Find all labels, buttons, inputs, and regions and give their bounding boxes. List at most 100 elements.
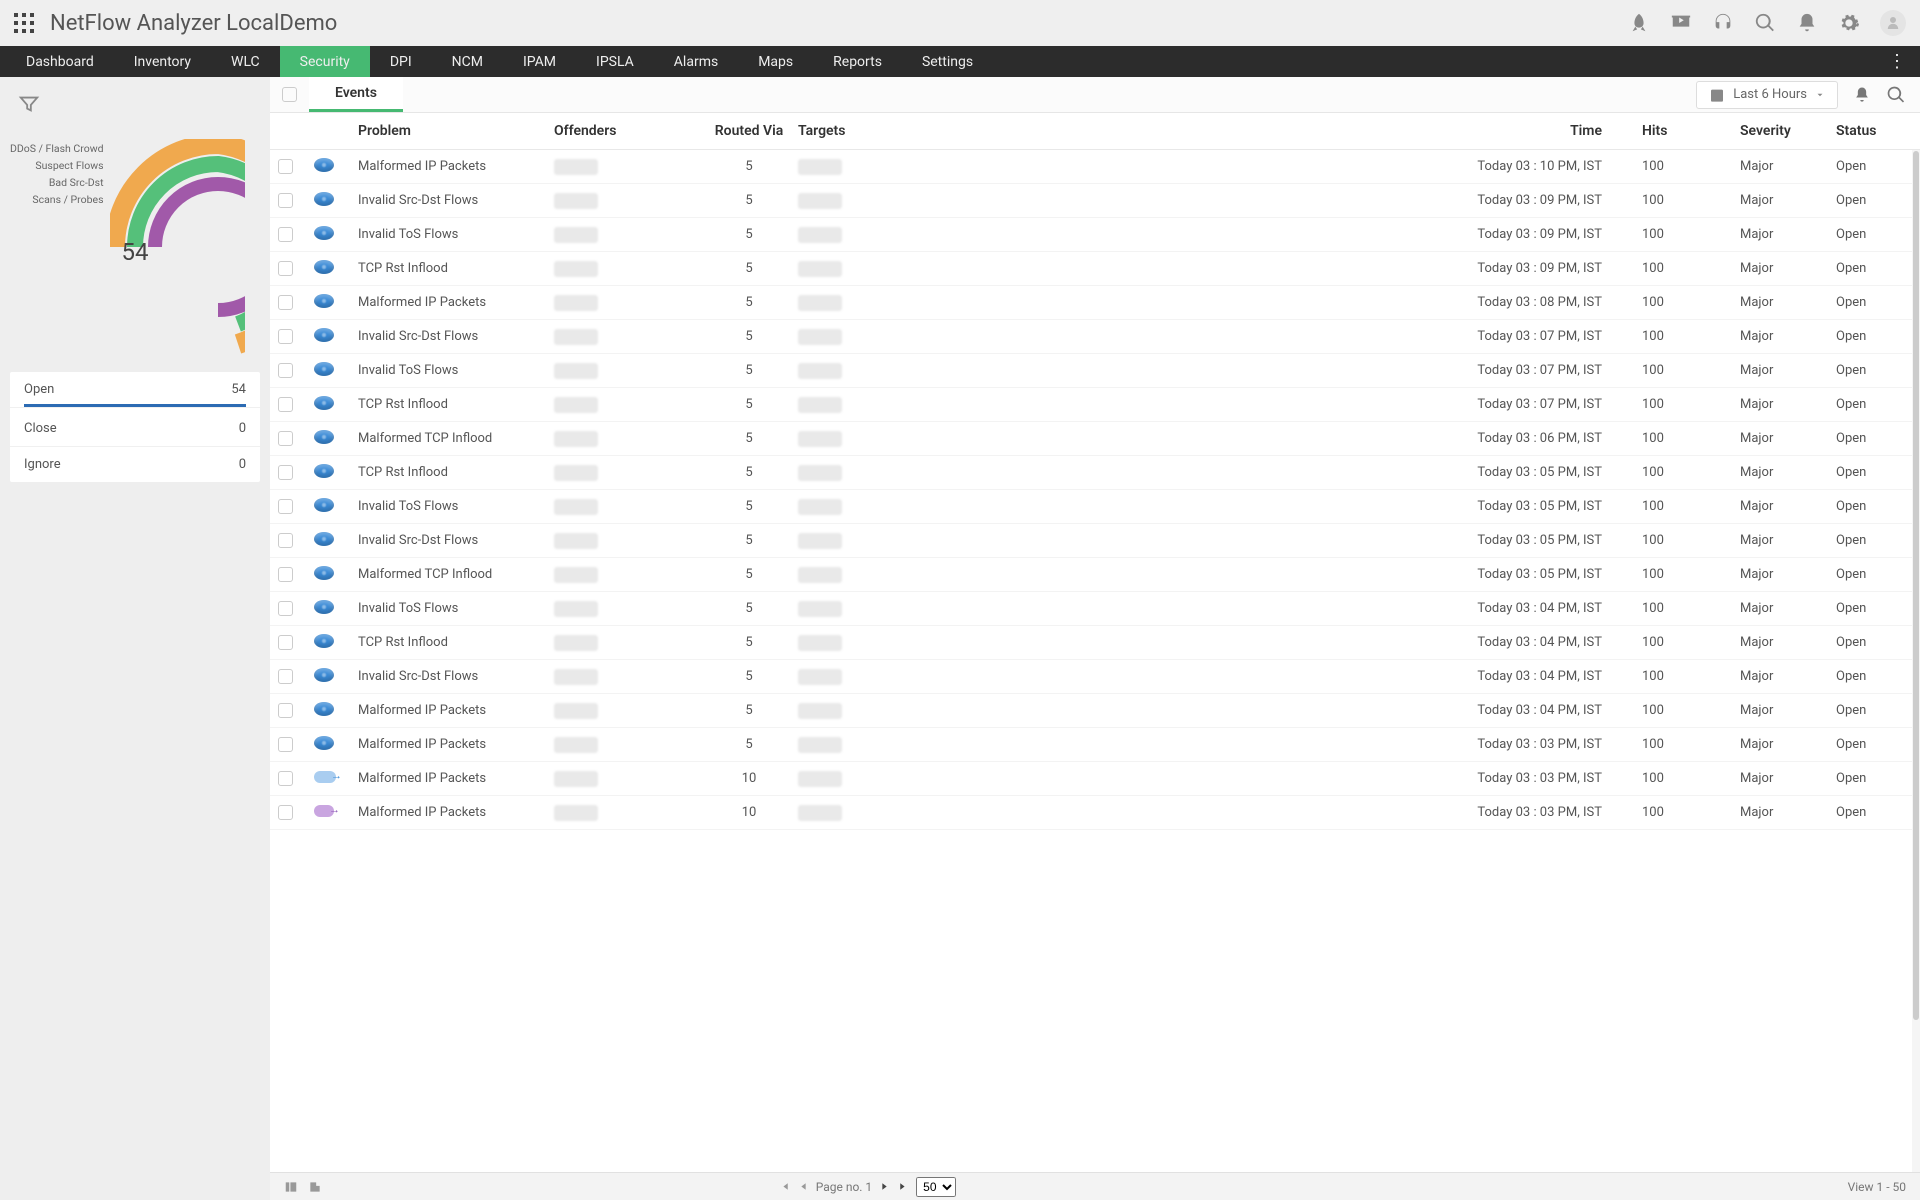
table-row[interactable]: Invalid Src-Dst Flows5Today 03 : 09 PM, … bbox=[270, 184, 1920, 218]
table-row[interactable]: Invalid Src-Dst Flows5Today 03 : 05 PM, … bbox=[270, 524, 1920, 558]
row-checkbox[interactable] bbox=[278, 635, 293, 650]
row-checkbox[interactable] bbox=[278, 261, 293, 276]
row-checkbox[interactable] bbox=[278, 703, 293, 718]
headset-icon[interactable] bbox=[1712, 12, 1734, 34]
table-row[interactable]: Malformed IP Packets5Today 03 : 04 PM, I… bbox=[270, 694, 1920, 728]
col-problem[interactable]: Problem bbox=[358, 123, 554, 139]
cell-hits: 100 bbox=[1642, 397, 1740, 412]
grid-body[interactable]: Malformed IP Packets5Today 03 : 10 PM, I… bbox=[270, 150, 1920, 1172]
nav-tab-inventory[interactable]: Inventory bbox=[114, 46, 211, 77]
nav-tab-reports[interactable]: Reports bbox=[813, 46, 902, 77]
nav-tab-ipsla[interactable]: IPSLA bbox=[576, 46, 654, 77]
row-checkbox[interactable] bbox=[278, 669, 293, 684]
row-checkbox[interactable] bbox=[278, 737, 293, 752]
col-severity[interactable]: Severity bbox=[1740, 123, 1836, 139]
alert-bell-icon[interactable] bbox=[1852, 85, 1872, 105]
cell-hits: 100 bbox=[1642, 193, 1740, 208]
row-checkbox[interactable] bbox=[278, 533, 293, 548]
time-range-selector[interactable]: Last 6 Hours bbox=[1696, 81, 1838, 109]
table-row[interactable]: Malformed IP Packets10Today 03 : 03 PM, … bbox=[270, 796, 1920, 830]
row-checkbox[interactable] bbox=[278, 397, 293, 412]
table-row[interactable]: Malformed IP Packets5Today 03 : 08 PM, I… bbox=[270, 286, 1920, 320]
table-row[interactable]: Malformed TCP Inflood5Today 03 : 06 PM, … bbox=[270, 422, 1920, 456]
export-icon[interactable] bbox=[308, 1180, 322, 1194]
cell-status: Open bbox=[1836, 193, 1904, 208]
grid-scrollbar[interactable] bbox=[1912, 150, 1920, 1172]
cell-offenders-blurred bbox=[554, 227, 598, 243]
status-label: Close bbox=[24, 421, 57, 436]
table-row[interactable]: Invalid ToS Flows5Today 03 : 04 PM, IST1… bbox=[270, 592, 1920, 626]
table-row[interactable]: Malformed IP Packets5Today 03 : 10 PM, I… bbox=[270, 150, 1920, 184]
nav-tab-ncm[interactable]: NCM bbox=[432, 46, 503, 77]
table-row[interactable]: Malformed IP Packets5Today 03 : 03 PM, I… bbox=[270, 728, 1920, 762]
row-checkbox[interactable] bbox=[278, 805, 293, 820]
row-checkbox[interactable] bbox=[278, 567, 293, 582]
filter-icon[interactable] bbox=[18, 93, 40, 115]
table-row[interactable]: Invalid ToS Flows5Today 03 : 09 PM, IST1… bbox=[270, 218, 1920, 252]
grid-search-icon[interactable] bbox=[1886, 85, 1906, 105]
row-checkbox[interactable] bbox=[278, 465, 293, 480]
user-avatar[interactable] bbox=[1880, 10, 1906, 36]
pager-next-icon[interactable] bbox=[878, 1180, 891, 1193]
columns-icon[interactable] bbox=[284, 1180, 298, 1194]
cell-severity: Major bbox=[1740, 261, 1836, 276]
nav-tab-dashboard[interactable]: Dashboard bbox=[6, 46, 114, 77]
device-router-icon bbox=[314, 600, 334, 614]
table-row[interactable]: Invalid Src-Dst Flows5Today 03 : 04 PM, … bbox=[270, 660, 1920, 694]
table-row[interactable]: Malformed IP Packets10Today 03 : 03 PM, … bbox=[270, 762, 1920, 796]
table-row[interactable]: Invalid Src-Dst Flows5Today 03 : 07 PM, … bbox=[270, 320, 1920, 354]
table-row[interactable]: TCP Rst Inflood5Today 03 : 09 PM, IST100… bbox=[270, 252, 1920, 286]
row-checkbox[interactable] bbox=[278, 499, 293, 514]
row-checkbox[interactable] bbox=[278, 363, 293, 378]
cell-problem: Malformed TCP Inflood bbox=[358, 431, 554, 446]
pager-first-icon[interactable] bbox=[778, 1180, 791, 1193]
row-checkbox[interactable] bbox=[278, 227, 293, 242]
nav-tab-maps[interactable]: Maps bbox=[738, 46, 813, 77]
cell-problem: Invalid ToS Flows bbox=[358, 499, 554, 514]
col-routed-via[interactable]: Routed Via bbox=[700, 123, 798, 139]
status-row-ignore[interactable]: Ignore0 bbox=[10, 447, 260, 482]
row-checkbox[interactable] bbox=[278, 431, 293, 446]
row-checkbox[interactable] bbox=[278, 295, 293, 310]
pager-last-icon[interactable] bbox=[897, 1180, 910, 1193]
col-targets[interactable]: Targets bbox=[798, 123, 946, 139]
cell-routed-via: 5 bbox=[700, 227, 798, 242]
select-all-checkbox[interactable] bbox=[282, 87, 297, 102]
nav-tab-wlc[interactable]: WLC bbox=[211, 46, 280, 77]
rocket-icon[interactable] bbox=[1628, 12, 1650, 34]
table-row[interactable]: Invalid ToS Flows5Today 03 : 05 PM, IST1… bbox=[270, 490, 1920, 524]
nav-tab-dpi[interactable]: DPI bbox=[370, 46, 432, 77]
table-row[interactable]: TCP Rst Inflood5Today 03 : 05 PM, IST100… bbox=[270, 456, 1920, 490]
page-size-select[interactable]: 50 bbox=[916, 1177, 956, 1197]
col-hits[interactable]: Hits bbox=[1642, 123, 1740, 139]
device-cloud-icon bbox=[314, 771, 336, 783]
app-launcher-icon[interactable] bbox=[14, 13, 34, 33]
nav-tab-alarms[interactable]: Alarms bbox=[654, 46, 738, 77]
col-status[interactable]: Status bbox=[1836, 123, 1904, 139]
tab-events[interactable]: Events bbox=[309, 77, 403, 112]
row-checkbox[interactable] bbox=[278, 771, 293, 786]
status-row-open[interactable]: Open54 bbox=[10, 372, 260, 408]
table-row[interactable]: Malformed TCP Inflood5Today 03 : 05 PM, … bbox=[270, 558, 1920, 592]
row-checkbox[interactable] bbox=[278, 193, 293, 208]
bell-icon[interactable] bbox=[1796, 12, 1818, 34]
device-router-icon bbox=[314, 464, 334, 478]
nav-tab-settings[interactable]: Settings bbox=[902, 46, 993, 77]
presentation-icon[interactable] bbox=[1670, 12, 1692, 34]
col-time[interactable]: Time bbox=[946, 123, 1642, 139]
table-row[interactable]: TCP Rst Inflood5Today 03 : 04 PM, IST100… bbox=[270, 626, 1920, 660]
pager-prev-icon[interactable] bbox=[797, 1180, 810, 1193]
nav-more-icon[interactable]: ⋮ bbox=[1874, 46, 1920, 77]
gear-icon[interactable] bbox=[1838, 12, 1860, 34]
search-icon[interactable] bbox=[1754, 12, 1776, 34]
table-row[interactable]: Invalid ToS Flows5Today 03 : 07 PM, IST1… bbox=[270, 354, 1920, 388]
status-row-close[interactable]: Close0 bbox=[10, 411, 260, 447]
row-checkbox[interactable] bbox=[278, 159, 293, 174]
nav-tab-ipam[interactable]: IPAM bbox=[503, 46, 576, 77]
row-checkbox[interactable] bbox=[278, 329, 293, 344]
table-row[interactable]: TCP Rst Inflood5Today 03 : 07 PM, IST100… bbox=[270, 388, 1920, 422]
nav-tab-security[interactable]: Security bbox=[280, 46, 370, 77]
cell-hits: 100 bbox=[1642, 431, 1740, 446]
row-checkbox[interactable] bbox=[278, 601, 293, 616]
col-offenders[interactable]: Offenders bbox=[554, 123, 700, 139]
